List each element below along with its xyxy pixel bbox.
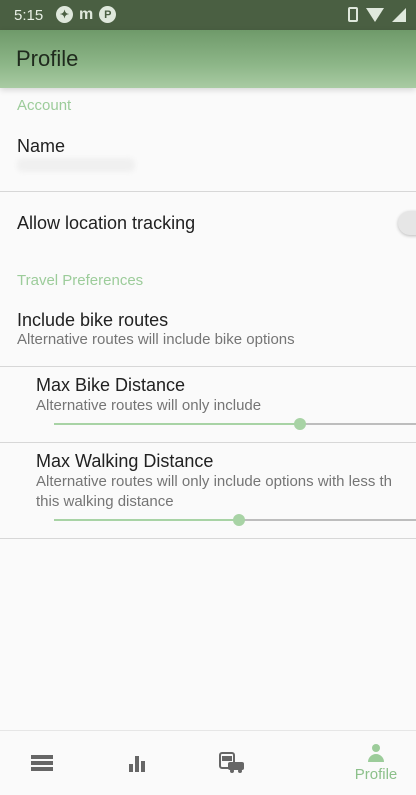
max-walking-title: Max Walking Distance bbox=[36, 451, 214, 471]
nav-item-list[interactable] bbox=[2, 731, 82, 795]
nav-item-transit[interactable] bbox=[192, 731, 272, 795]
section-header-account: Account bbox=[17, 97, 72, 114]
name-value-redacted bbox=[17, 158, 135, 172]
max-walking-slider-fill bbox=[54, 519, 239, 521]
nav-item-profile[interactable]: Profile bbox=[336, 731, 416, 795]
p-app-icon: P bbox=[99, 6, 117, 23]
list-icon bbox=[31, 753, 53, 773]
page-title: Profile bbox=[16, 46, 79, 71]
nav-label-profile: Profile bbox=[354, 765, 398, 783]
system-icons bbox=[348, 7, 406, 22]
person-icon bbox=[366, 743, 386, 764]
max-bike-slider[interactable] bbox=[54, 416, 416, 432]
max-bike-subtitle: Alternative routes will only include bbox=[36, 397, 262, 414]
name-label: Name bbox=[17, 136, 66, 156]
divider bbox=[0, 442, 416, 443]
bike-routes-subtitle: Alternative routes will include bike opt… bbox=[17, 331, 295, 348]
location-tracking-switch[interactable] bbox=[398, 211, 416, 235]
bike-routes-title: Include bike routes bbox=[17, 310, 169, 330]
section-header-travel: Travel Preferences bbox=[17, 272, 144, 289]
app-bar: Profile bbox=[0, 30, 416, 88]
max-walking-slider[interactable] bbox=[54, 512, 416, 528]
max-bike-slider-thumb[interactable] bbox=[294, 418, 306, 430]
notification-icons: ✦ m P bbox=[56, 5, 117, 23]
location-tracking-label: Allow location tracking bbox=[17, 213, 196, 233]
m-app-icon: m bbox=[79, 5, 94, 23]
divider bbox=[0, 191, 416, 192]
status-bar: 5:15 ✦ m P bbox=[0, 0, 416, 30]
bus-car-icon bbox=[219, 752, 244, 773]
max-walking-subtitle: Alternative routes will only include opt… bbox=[36, 473, 393, 490]
divider bbox=[0, 366, 416, 367]
max-bike-title: Max Bike Distance bbox=[36, 375, 186, 395]
max-walking-subtitle-line2: this walking distance bbox=[36, 493, 174, 510]
max-bike-slider-fill bbox=[54, 423, 300, 425]
bar-chart-icon bbox=[129, 754, 145, 772]
messenger-icon: ✦ bbox=[56, 6, 73, 23]
divider bbox=[0, 538, 416, 539]
bottom-navigation: Profile bbox=[0, 730, 416, 795]
max-walking-slider-thumb[interactable] bbox=[233, 514, 245, 526]
signal-icon bbox=[392, 7, 406, 22]
wifi-icon bbox=[366, 7, 384, 22]
status-time: 5:15 bbox=[14, 7, 44, 24]
location-tracking-row[interactable]: Allow location tracking bbox=[0, 194, 416, 252]
nav-item-stats[interactable] bbox=[97, 731, 177, 795]
name-preference[interactable]: Name bbox=[0, 128, 416, 190]
include-bike-routes-row[interactable]: Include bike routes Alternative routes w… bbox=[0, 300, 416, 362]
vibrate-icon bbox=[348, 7, 358, 22]
